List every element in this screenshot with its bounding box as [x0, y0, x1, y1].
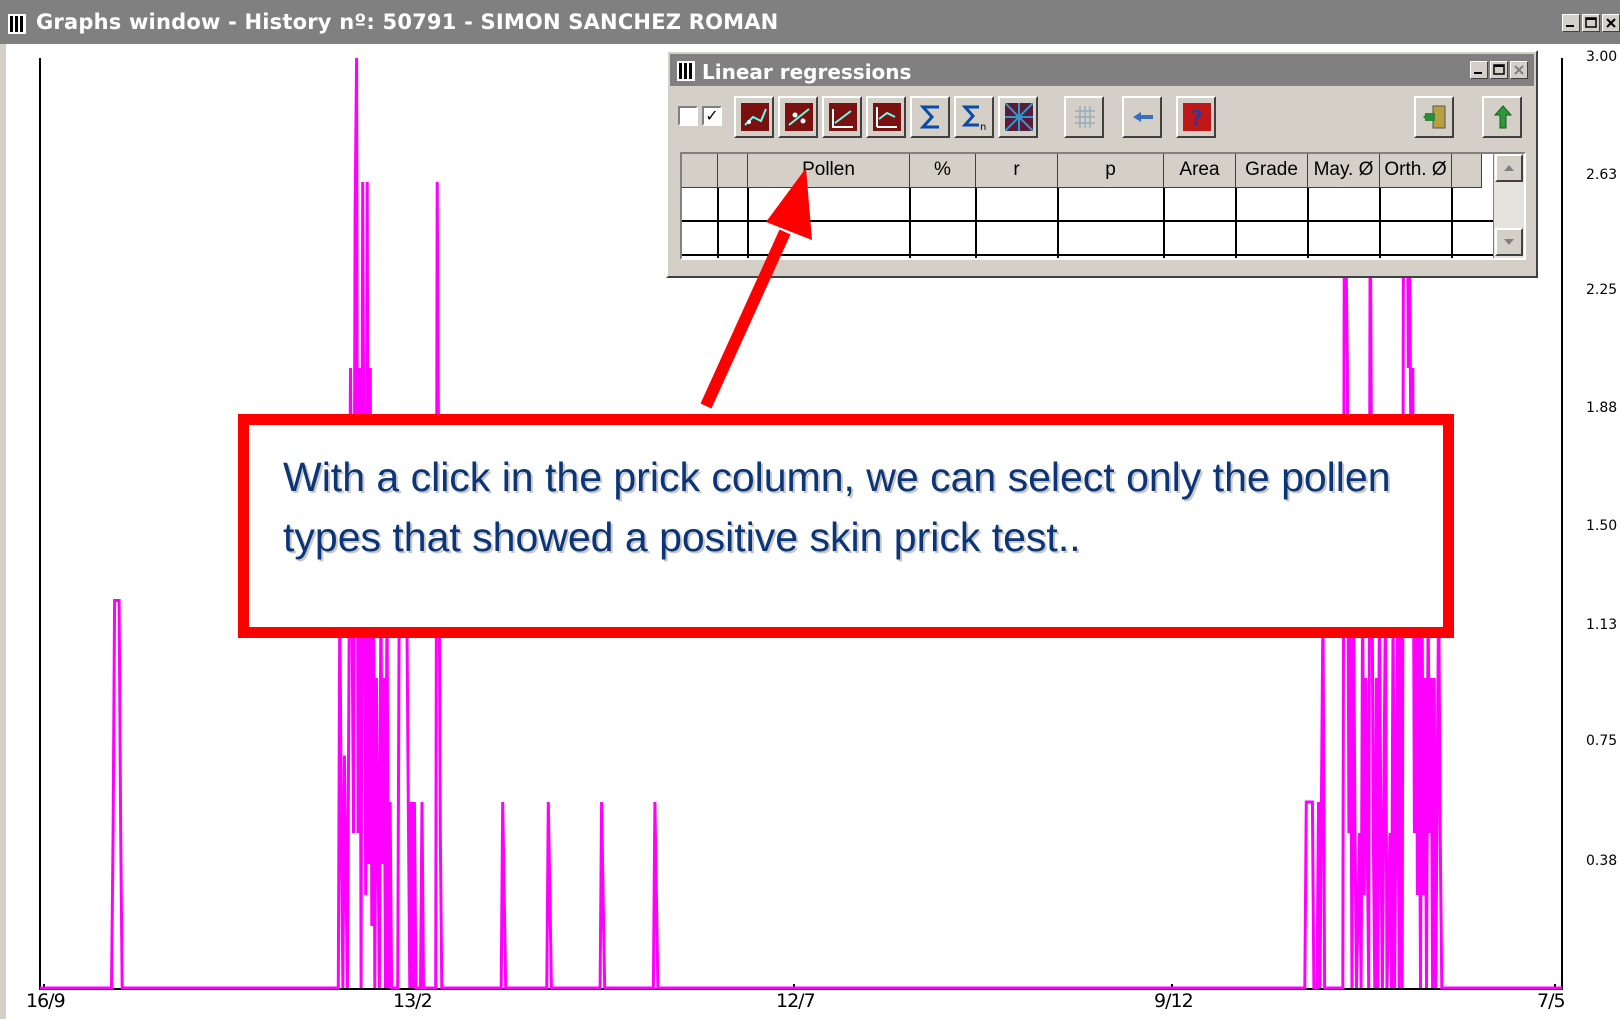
maximize-button[interactable] [1582, 14, 1600, 32]
grid-pattern-icon [1005, 103, 1033, 131]
lr-title: Linear regressions [702, 60, 912, 84]
graph-window-icon [8, 14, 26, 34]
column-header[interactable]: Grade [1236, 154, 1308, 188]
column-header[interactable]: Area [1164, 154, 1236, 188]
up-arrow-icon [1493, 105, 1513, 129]
graph-window-icon [677, 61, 695, 81]
x-tick-label: 9/12 [1154, 990, 1194, 1012]
window-title: Graphs window - History nº: 50791 - SIMO… [36, 10, 779, 34]
table-row[interactable] [682, 188, 1500, 222]
triangle-down-icon [1504, 239, 1514, 245]
column-divider [1307, 188, 1309, 258]
regression-type-4-icon [873, 103, 901, 131]
column-divider [1379, 188, 1381, 258]
column-header[interactable]: May. Ø [1308, 154, 1380, 188]
unchecked-box[interactable] [678, 106, 698, 126]
help-button[interactable]: ? [1176, 96, 1216, 138]
column-header[interactable]: p [1058, 154, 1164, 188]
lr-maximize-button[interactable] [1490, 61, 1508, 79]
maximize-icon [1585, 17, 1597, 28]
lr-titlebar[interactable]: Linear regressions [670, 54, 1534, 86]
grid-pattern-button[interactable] [998, 96, 1038, 138]
column-header[interactable]: r [976, 154, 1058, 188]
grid-toggle-icon [1075, 106, 1095, 128]
column-divider [1057, 188, 1059, 258]
column-divider [1235, 188, 1237, 258]
y-tick-label: 2.63 [1586, 167, 1618, 183]
column-header[interactable] [682, 154, 718, 188]
lr-minimize-button[interactable] [1470, 61, 1488, 79]
y-tick-label: 1.88 [1586, 400, 1618, 416]
callout-box: With a click in the prick column, we can… [238, 414, 1454, 638]
close-icon [1606, 18, 1616, 28]
column-header[interactable]: % [910, 154, 976, 188]
column-divider [909, 188, 911, 258]
triangle-up-icon [1504, 165, 1514, 171]
rewind-button[interactable] [1122, 96, 1162, 138]
regression-type-4-button[interactable] [866, 96, 906, 138]
scroll-down-button[interactable] [1495, 228, 1523, 256]
column-divider [747, 188, 749, 258]
rewind-arrow-icon [1133, 112, 1153, 122]
regression-type-3-icon [829, 103, 857, 131]
minimize-icon [1474, 72, 1482, 74]
svg-text:?: ? [1191, 106, 1203, 130]
up-button[interactable] [1482, 96, 1522, 138]
maximize-icon [1493, 64, 1505, 75]
lr-toolbar: ✓ n ? [674, 90, 1534, 142]
scroll-up-button[interactable] [1495, 154, 1523, 182]
grid-toggle-button[interactable] [1064, 96, 1104, 138]
x-tick-label: 7/5 [1537, 990, 1566, 1012]
column-header[interactable]: Orth. Ø [1380, 154, 1452, 188]
x-tick-label: 16/9 [26, 990, 66, 1012]
x-tick-label: 12/7 [776, 990, 816, 1012]
sigma-sum-icon [919, 105, 939, 129]
y-tick-label: 1.50 [1586, 518, 1618, 534]
callout-text: With a click in the prick column, we can… [283, 454, 1391, 560]
lr-table[interactable]: Pollen% r p Area Grade May. Ø Orth. Ø [680, 152, 1526, 260]
checked-box[interactable]: ✓ [702, 106, 722, 126]
column-header[interactable]: Pollen [748, 154, 910, 188]
regression-type-1-icon [741, 103, 769, 131]
minimize-icon [1566, 25, 1574, 27]
exit-button[interactable] [1414, 96, 1454, 138]
column-divider [1451, 188, 1453, 258]
sigma-n-sum-button[interactable]: n [954, 96, 994, 138]
column-header[interactable] [718, 154, 748, 188]
regression-type-1-button[interactable] [734, 96, 774, 138]
window-titlebar[interactable]: Graphs window - History nº: 50791 - SIMO… [0, 0, 1620, 44]
lr-close-button[interactable] [1510, 61, 1528, 79]
regression-type-2-button[interactable] [778, 96, 818, 138]
minimize-button[interactable] [1562, 14, 1580, 32]
linear-regressions-window[interactable]: Linear regressions ✓ n ? Pollen % r p Ar… [666, 50, 1538, 278]
sigma-sum-button[interactable] [910, 96, 950, 138]
column-divider [1163, 188, 1165, 258]
y-tick-label: 0.38 [1586, 853, 1618, 869]
table-scrollbar[interactable] [1493, 154, 1524, 258]
column-header[interactable] [1452, 154, 1482, 188]
y-tick-label: 0.75 [1586, 733, 1618, 749]
help-question-icon: ? [1183, 103, 1211, 131]
column-divider [975, 188, 977, 258]
sigma-n-sum-icon: n [961, 105, 986, 131]
y-tick-label: 1.13 [1586, 617, 1618, 633]
table-row[interactable] [682, 222, 1500, 256]
regression-type-2-icon [785, 103, 813, 131]
svg-text:n: n [980, 122, 986, 131]
y-tick-label: 3.00 [1586, 49, 1618, 65]
y-tick-label: 2.25 [1586, 282, 1618, 298]
column-divider [717, 188, 719, 258]
close-button[interactable] [1602, 14, 1620, 32]
regression-type-3-button[interactable] [822, 96, 862, 138]
close-icon [1514, 65, 1524, 75]
exit-door-icon [1423, 105, 1446, 129]
x-tick-label: 13/2 [393, 990, 433, 1012]
